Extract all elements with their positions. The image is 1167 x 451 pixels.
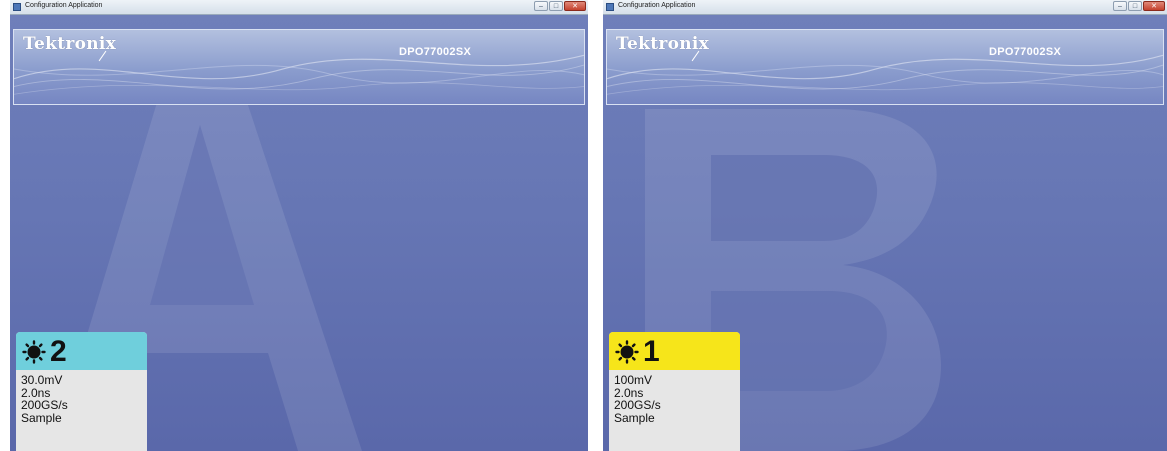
probe-icon (615, 340, 639, 364)
sample-rate: 200GS/s (614, 398, 661, 412)
app-icon (13, 3, 21, 11)
title-bar[interactable]: Configuration Application – □ ✕ (10, 0, 588, 15)
window-controls: – □ ✕ (1113, 1, 1165, 13)
vertical-scale: 100mV (614, 373, 653, 387)
channel-number: 2 (50, 335, 67, 368)
instrument-model: DPO77002SX (399, 46, 472, 58)
channel-number: 1 (643, 335, 660, 368)
header-banner: Tektronix DPO77002SX (13, 29, 585, 105)
vertical-scale: 30.0mV (21, 373, 63, 387)
channel-readout: 30.0mV 2.0ns 200GS/s Sample (16, 370, 147, 424)
channel-badge[interactable]: 2 30.0mV 2.0ns 200GS/s Sample (16, 332, 147, 451)
window-title: Configuration Application (25, 2, 103, 9)
app-window-a: Configuration Application – □ ✕ Tektroni… (10, 0, 588, 451)
tektronix-logo: Tektronix (23, 34, 117, 54)
channel-readout: 100mV 2.0ns 200GS/s Sample (609, 370, 740, 424)
header-banner: Tektronix DPO77002SX (606, 29, 1164, 105)
window-controls: – □ ✕ (534, 1, 586, 13)
channel-badge-header: 1 (609, 332, 740, 370)
close-button[interactable]: ✕ (564, 1, 586, 11)
client-area: Tektronix DPO77002SX 1 100mV 2.0ns 200GS… (603, 15, 1167, 451)
channel-badge[interactable]: 1 100mV 2.0ns 200GS/s Sample (609, 332, 740, 451)
tektronix-logo: Tektronix (616, 34, 710, 54)
app-icon (606, 3, 614, 11)
close-button[interactable]: ✕ (1143, 1, 1165, 11)
client-area: Tektronix DPO77002SX 2 30.0mV 2.0ns 200G… (10, 15, 588, 451)
title-bar[interactable]: Configuration Application – □ ✕ (603, 0, 1167, 15)
app-window-b: Configuration Application – □ ✕ Tektroni… (603, 0, 1167, 451)
acquisition-mode: Sample (614, 410, 655, 425)
minimize-button[interactable]: – (534, 1, 548, 11)
minimize-button[interactable]: – (1113, 1, 1127, 11)
channel-badge-header: 2 (16, 332, 147, 370)
window-title: Configuration Application (618, 2, 696, 9)
acquisition-mode: Sample (21, 410, 62, 425)
probe-icon (22, 340, 46, 364)
instrument-model: DPO77002SX (989, 46, 1062, 58)
maximize-button[interactable]: □ (1128, 1, 1142, 11)
sample-rate: 200GS/s (21, 398, 68, 412)
maximize-button[interactable]: □ (549, 1, 563, 11)
